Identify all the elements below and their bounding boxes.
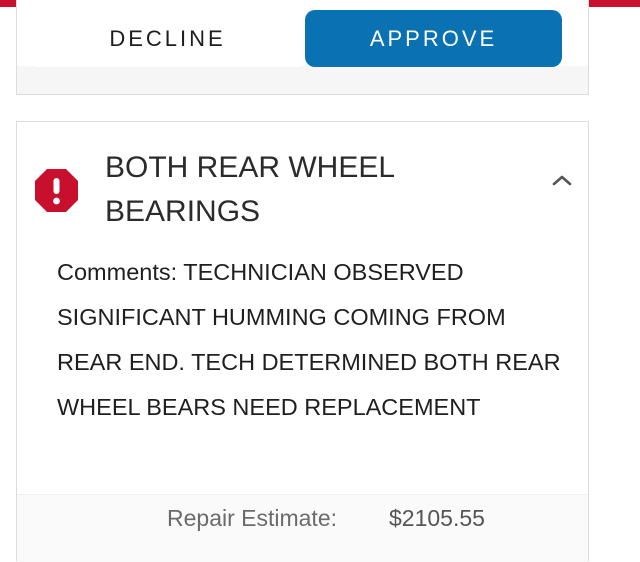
alert-octagon-icon — [35, 169, 78, 212]
chevron-up-icon[interactable] — [550, 172, 574, 188]
service-title-line-2: BEARINGS — [105, 195, 261, 228]
repair-estimate-value: $2105.55 — [389, 505, 485, 531]
service-title: BOTH REAR WHEEL BEARINGS — [105, 146, 465, 234]
repair-estimate-row: Repair Estimate: $2105.55 — [17, 494, 588, 562]
service-comments: Comments: TECHNICIAN OBSERVED SIGNIFICAN… — [57, 259, 561, 420]
action-card: DECLINE APPROVE — [16, 0, 589, 95]
decline-button[interactable]: DECLINE — [35, 10, 300, 67]
service-card: BOTH REAR WHEEL BEARINGS Comments: TECHN… — [16, 121, 589, 562]
repair-estimate-label: Repair Estimate: — [167, 505, 338, 531]
approve-button[interactable]: APPROVE — [305, 10, 562, 67]
card-footer-strip — [17, 66, 588, 94]
service-title-line-1: BOTH REAR WHEEL — [105, 151, 396, 184]
